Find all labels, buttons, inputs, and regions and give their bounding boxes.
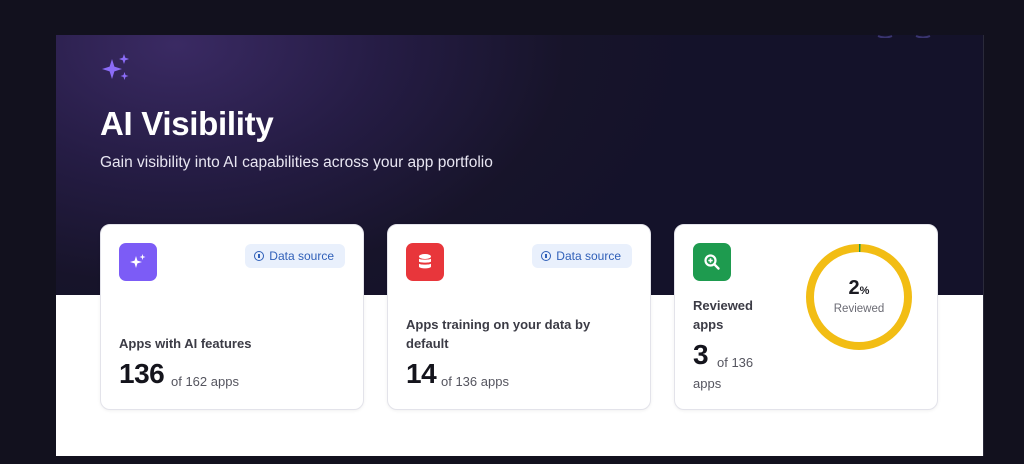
data-source-badge[interactable]: Data source — [245, 244, 345, 268]
sparkle-icon — [130, 254, 146, 268]
card-value: 14 — [406, 358, 437, 389]
card-suffix-line-1: of 136 — [717, 355, 754, 370]
card-label-line-1: Reviewed — [693, 298, 753, 313]
info-icon — [541, 251, 552, 261]
training-data-card: Data source Apps training on your data b… — [387, 224, 651, 410]
database-icon — [419, 254, 431, 269]
card-label-line-2: default — [406, 336, 449, 351]
progress-percent-sign: % — [859, 285, 870, 297]
card-suffix-line-2: apps — [693, 376, 722, 391]
training-icon-tile — [406, 243, 444, 281]
card-suffix: of 162 apps — [171, 374, 239, 389]
card-label: Apps with AI features — [119, 336, 252, 351]
page-subtitle: Gain visibility into AI capabilities acr… — [100, 154, 493, 171]
progress-percent-number: 2 — [848, 277, 860, 299]
reviewed-apps-card: Reviewed apps 3 of 136 apps 2% Reviewed — [674, 224, 938, 410]
sparkle-icon — [102, 54, 129, 80]
card-label-line-2: apps — [693, 317, 724, 332]
card-suffix: of 136 apps — [441, 374, 509, 389]
card-value: 136 — [119, 358, 165, 389]
ai-visibility-page: AI Visibility Gain visibility into AI ca… — [56, 35, 983, 456]
window-controls-fragment — [877, 35, 931, 38]
progress-label: Reviewed — [833, 303, 885, 315]
search-zoom-icon — [704, 254, 720, 270]
data-source-badge[interactable]: Data source — [532, 244, 632, 268]
ai-features-icon-tile — [119, 243, 157, 281]
info-icon — [254, 251, 265, 261]
data-source-label: Data source — [556, 249, 621, 263]
progress-percent: 2% — [805, 277, 913, 300]
card-value: 3 — [693, 339, 709, 370]
card-label-line-1: Apps training on your data by — [406, 317, 591, 332]
data-source-label: Data source — [269, 249, 334, 263]
reviewed-icon-tile — [693, 243, 731, 281]
page-title: AI Visibility — [100, 105, 274, 142]
ai-features-card: Data source Apps with AI features 136 of… — [100, 224, 364, 410]
